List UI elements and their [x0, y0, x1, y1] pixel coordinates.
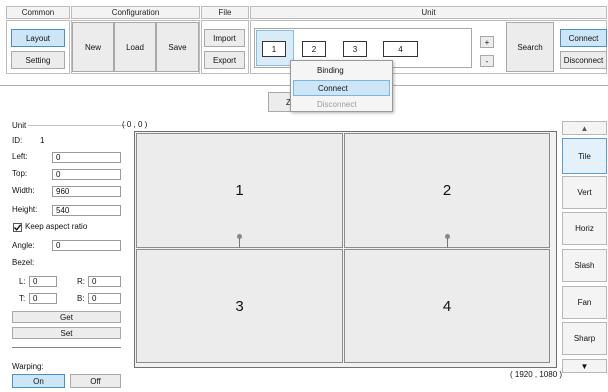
- bezel-r-label: R:: [77, 277, 85, 286]
- stand-stem-1: [239, 238, 240, 248]
- scroll-down-button[interactable]: ▼: [562, 359, 607, 373]
- fan-button[interactable]: Fan: [562, 286, 607, 319]
- group-header-file: File: [201, 6, 249, 19]
- width-field[interactable]: 960: [52, 186, 121, 197]
- display-cell-2[interactable]: 2: [344, 133, 550, 248]
- keep-aspect-label: Keep aspect ratio: [25, 222, 88, 231]
- bezel-label: Bezel:: [12, 258, 35, 267]
- top-label: Top:: [12, 169, 28, 178]
- menu-item-connect[interactable]: Connect: [293, 80, 390, 96]
- stand-stem-2: [447, 238, 448, 248]
- keep-aspect-checkbox[interactable]: [13, 223, 22, 232]
- layout-canvas: 1 2 3 4: [134, 131, 557, 368]
- group-header-unit: Unit: [250, 6, 607, 19]
- get-button[interactable]: Get: [12, 311, 121, 323]
- search-button[interactable]: Search: [506, 22, 554, 72]
- group-header-configuration: Configuration: [71, 6, 200, 19]
- set-button[interactable]: Set: [12, 327, 121, 339]
- left-label: Left:: [12, 152, 28, 161]
- panel-divider: [12, 347, 121, 348]
- bezel-t-label: T:: [19, 294, 26, 303]
- checkmark-icon: [13, 224, 22, 231]
- load-button[interactable]: Load: [114, 22, 156, 72]
- horiz-button[interactable]: Horiz: [562, 212, 607, 245]
- group-header-common: Common: [6, 6, 70, 19]
- connect-button[interactable]: Connect: [560, 29, 607, 47]
- add-unit-button[interactable]: +: [480, 36, 494, 48]
- display-cell-1[interactable]: 1: [136, 133, 343, 248]
- bezel-b-label: B:: [77, 294, 85, 303]
- scroll-up-button[interactable]: ▲: [562, 121, 607, 135]
- disconnect-button[interactable]: Disconnect: [560, 51, 607, 69]
- menu-item-binding[interactable]: Binding: [293, 62, 390, 78]
- unit-box-3[interactable]: 3: [343, 41, 367, 57]
- display-cell-3[interactable]: 3: [136, 249, 343, 363]
- angle-label: Angle:: [12, 241, 35, 250]
- height-field[interactable]: 540: [52, 205, 121, 216]
- save-button[interactable]: Save: [156, 22, 199, 72]
- bezel-b-field[interactable]: 0: [88, 293, 121, 304]
- import-button[interactable]: Import: [204, 29, 245, 47]
- new-button[interactable]: New: [72, 22, 114, 72]
- slash-button[interactable]: Slash: [562, 249, 607, 282]
- warping-off-button[interactable]: Off: [70, 374, 121, 388]
- canvas-origin-label: ( 0 , 0 ): [122, 120, 148, 129]
- id-value: 1: [40, 136, 45, 145]
- unit-box-4[interactable]: 4: [383, 41, 418, 57]
- sharp-button[interactable]: Sharp: [562, 322, 607, 355]
- export-button[interactable]: Export: [204, 51, 245, 69]
- left-field[interactable]: 0: [52, 152, 121, 163]
- display-cell-4[interactable]: 4: [344, 249, 550, 363]
- angle-field[interactable]: 0: [52, 240, 121, 251]
- bezel-t-field[interactable]: 0: [29, 293, 57, 304]
- id-label: ID:: [12, 136, 23, 145]
- unit-panel-title: Unit: [12, 121, 29, 131]
- canvas-end-label: ( 1920 , 1080 ): [510, 370, 563, 379]
- width-label: Width:: [12, 186, 35, 195]
- unit-context-menu: Binding Connect Disconnect: [290, 60, 393, 112]
- bezel-l-field[interactable]: 0: [29, 276, 57, 287]
- warping-on-button[interactable]: On: [12, 374, 65, 388]
- warping-label: Warping:: [12, 362, 44, 371]
- layout-button[interactable]: Layout: [11, 29, 65, 47]
- height-label: Height:: [12, 205, 38, 214]
- setting-button[interactable]: Setting: [11, 51, 65, 69]
- tile-button[interactable]: Tile: [562, 138, 607, 174]
- unit-box-1[interactable]: 1: [262, 41, 286, 57]
- vert-button[interactable]: Vert: [562, 176, 607, 209]
- menu-item-disconnect: Disconnect: [317, 99, 357, 109]
- top-field[interactable]: 0: [52, 169, 121, 180]
- bezel-r-field[interactable]: 0: [88, 276, 121, 287]
- unit-box-2[interactable]: 2: [302, 41, 326, 57]
- remove-unit-button[interactable]: -: [480, 55, 494, 67]
- bezel-l-label: L:: [19, 277, 26, 286]
